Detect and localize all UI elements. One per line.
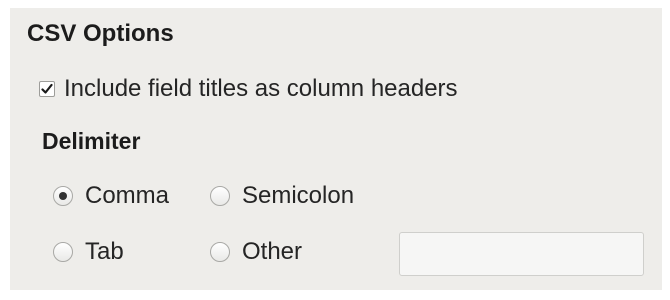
radio-selected-dot [59, 192, 67, 200]
radio-semicolon[interactable]: Semicolon [210, 182, 354, 210]
radio-other-label: Other [242, 238, 303, 265]
radio-comma[interactable]: Comma [53, 182, 169, 210]
include-headers-checkbox[interactable] [39, 81, 55, 97]
radio-button[interactable] [53, 242, 73, 262]
delimiter-group-title: Delimiter [42, 128, 141, 154]
section-title: CSV Options [27, 20, 174, 47]
radio-comma-label: Comma [85, 182, 170, 209]
other-delimiter-input[interactable] [399, 232, 644, 276]
radio-tab[interactable]: Tab [53, 238, 124, 266]
radio-tab-label: Tab [85, 238, 124, 265]
radio-button[interactable] [53, 186, 73, 206]
include-headers-label: Include field titles as column headers [64, 75, 458, 102]
csv-options-panel: CSV Options Include field titles as colu… [10, 8, 662, 290]
radio-other[interactable]: Other [210, 238, 302, 266]
radio-button[interactable] [210, 186, 230, 206]
include-headers-checkbox-row[interactable]: Include field titles as column headers [39, 75, 458, 102]
radio-button[interactable] [210, 242, 230, 262]
radio-semicolon-label: Semicolon [242, 182, 355, 209]
checkmark-icon [41, 83, 53, 94]
